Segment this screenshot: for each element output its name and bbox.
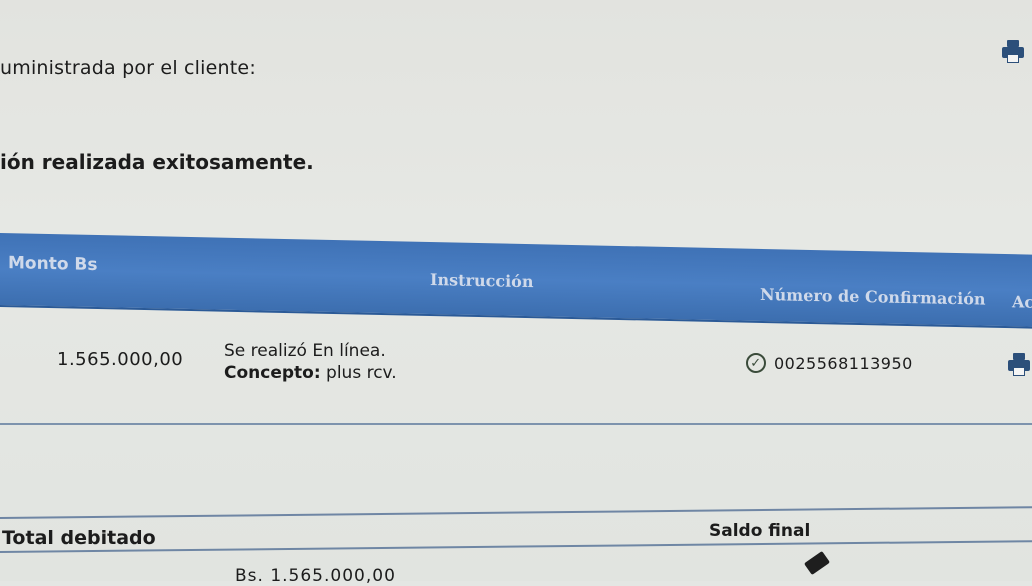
amount-cell: 1.565.000,00	[57, 349, 184, 370]
table-row: 1.565.000,00 Se realizó En línea. Concep…	[0, 300, 1032, 424]
totals-divider-top	[0, 506, 1032, 519]
instruction-text: Se realizó En línea.	[224, 341, 386, 361]
final-balance-label: Saldo final	[709, 521, 811, 541]
check-circle-icon: ✓	[746, 353, 766, 373]
column-header-instruccion: Instrucción	[430, 270, 534, 292]
total-debited-value: Bs. 1.565.000,00	[235, 566, 396, 586]
concept-value: plus rcv.	[326, 363, 397, 383]
eraser-icon	[803, 550, 831, 576]
print-page-button[interactable]	[1002, 40, 1024, 64]
printer-icon	[1002, 40, 1024, 64]
transaction-receipt-page: uministrada por el cliente: ión realizad…	[0, 0, 1032, 586]
print-row-button[interactable]	[1008, 353, 1030, 377]
status-message: ión realizada exitosamente.	[0, 150, 314, 174]
total-debited-label: Total debitado	[2, 527, 156, 549]
instruction-cell: Se realizó En línea. Concepto: plus rcv.	[224, 340, 397, 384]
confirmation-number: 0025568113950	[774, 353, 913, 373]
row-divider	[0, 423, 1032, 425]
intro-text: uministrada por el cliente:	[0, 57, 256, 79]
printer-icon	[1008, 353, 1030, 377]
concept-line: Concepto: plus rcv.	[224, 362, 397, 384]
confirmation-cell: ✓ 0025568113950	[746, 353, 913, 373]
column-header-monto: Monto Bs	[8, 253, 98, 276]
concept-label: Concepto:	[224, 363, 321, 383]
